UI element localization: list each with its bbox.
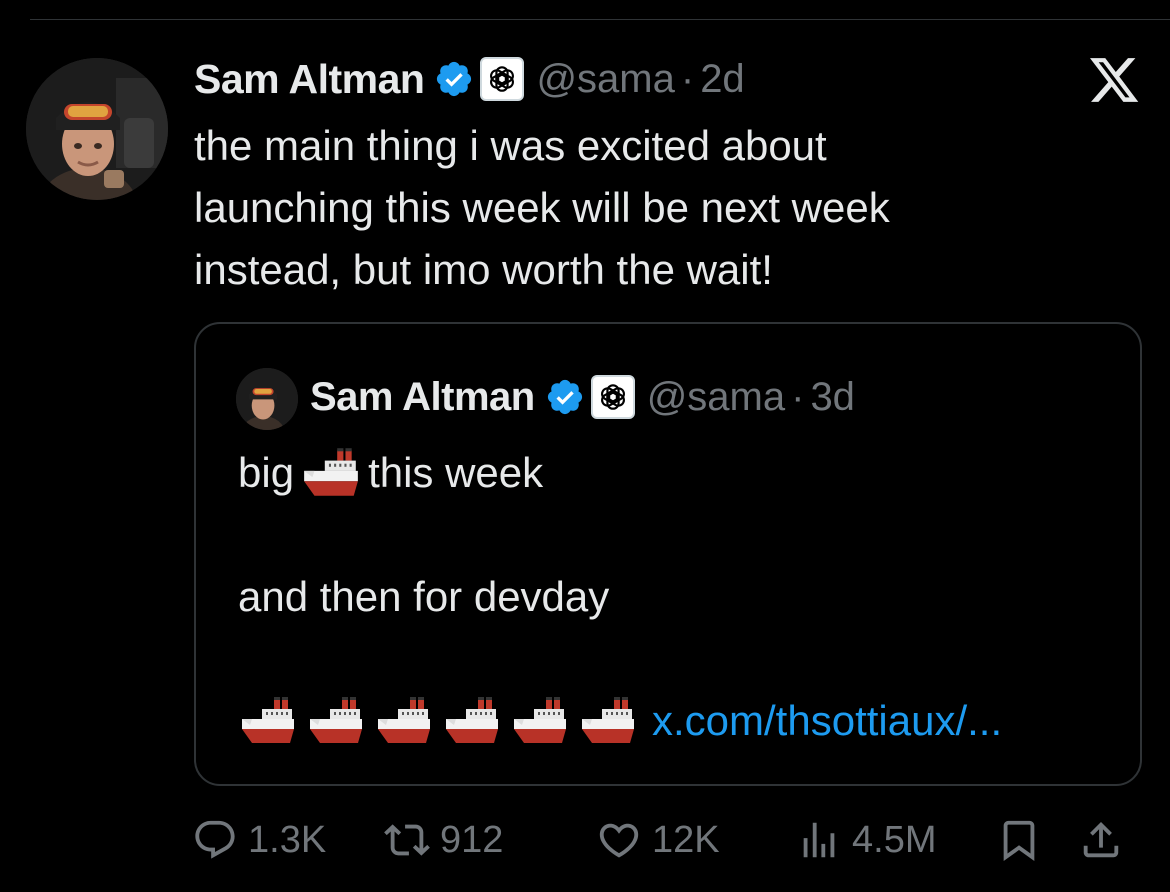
tweet-header: Sam Altman @sama · 2d bbox=[194, 54, 745, 104]
ship-emoji-row bbox=[238, 692, 646, 750]
quoted-tweet-card[interactable]: Sam Altman @sama · 3d big this week and … bbox=[194, 322, 1142, 786]
quoted-line-ships: x.com/thsottiaux/... bbox=[238, 690, 1118, 752]
quoted-tweet-header: Sam Altman @sama · 3d bbox=[310, 372, 855, 422]
separator-dot: · bbox=[680, 56, 695, 101]
openai-logo-icon[interactable] bbox=[480, 57, 525, 101]
share-icon bbox=[1083, 821, 1119, 858]
author-avatar[interactable] bbox=[26, 58, 168, 200]
views-button[interactable]: 4.5M bbox=[796, 812, 936, 868]
ship-emoji-icon bbox=[582, 697, 634, 743]
tweet-timestamp[interactable]: 2d bbox=[700, 57, 745, 102]
quoted-text-this-week: this week bbox=[368, 449, 544, 496]
top-divider bbox=[30, 19, 1170, 20]
views-icon bbox=[803, 822, 835, 858]
repost-count: 912 bbox=[440, 818, 504, 861]
bookmark-icon bbox=[1003, 820, 1035, 861]
quoted-author-handle: @sama bbox=[646, 374, 786, 419]
repost-icon bbox=[384, 824, 430, 856]
ship-emoji-icon bbox=[378, 697, 430, 743]
quoted-tweet-timestamp: 3d bbox=[810, 374, 855, 419]
author-handle[interactable]: @sama bbox=[536, 57, 674, 102]
quoted-line-2: and then for devday bbox=[238, 573, 610, 620]
verified-badge-icon bbox=[547, 379, 582, 415]
reply-count: 1.3K bbox=[248, 818, 327, 861]
quoted-tweet-text: big this week and then for devday x.com/… bbox=[238, 442, 1118, 752]
ship-emoji-icon bbox=[514, 697, 566, 743]
openai-logo-icon bbox=[590, 375, 635, 419]
tweet-actions-bar: 1.3K 912 12K 4.5M bbox=[192, 812, 1142, 868]
ship-emoji-icon bbox=[242, 697, 294, 743]
reply-icon bbox=[195, 820, 235, 859]
share-button[interactable] bbox=[1078, 812, 1124, 868]
verified-badge-icon bbox=[437, 61, 472, 97]
reply-button[interactable]: 1.3K bbox=[192, 812, 326, 868]
x-logo-icon[interactable] bbox=[1090, 58, 1140, 104]
like-button[interactable]: 12K bbox=[596, 812, 720, 868]
heart-icon bbox=[599, 823, 639, 858]
views-count: 4.5M bbox=[852, 818, 937, 861]
ship-emoji-icon bbox=[310, 697, 362, 743]
like-count: 12K bbox=[652, 818, 720, 861]
ship-emoji-icon bbox=[446, 697, 498, 743]
quoted-line-1: big this week bbox=[238, 442, 1118, 504]
author-name[interactable]: Sam Altman bbox=[194, 56, 425, 103]
separator-dot: · bbox=[791, 374, 805, 419]
ship-emoji-icon bbox=[304, 448, 358, 496]
bookmark-button[interactable] bbox=[996, 812, 1042, 868]
quoted-author-name: Sam Altman bbox=[310, 374, 535, 419]
tweet-text: the main thing i was excited about launc… bbox=[194, 122, 890, 293]
quoted-text-big: big bbox=[238, 449, 295, 496]
quoted-author-avatar[interactable] bbox=[236, 368, 298, 430]
quoted-link[interactable]: x.com/thsottiaux/... bbox=[652, 690, 1002, 752]
repost-button[interactable]: 912 bbox=[384, 812, 503, 868]
